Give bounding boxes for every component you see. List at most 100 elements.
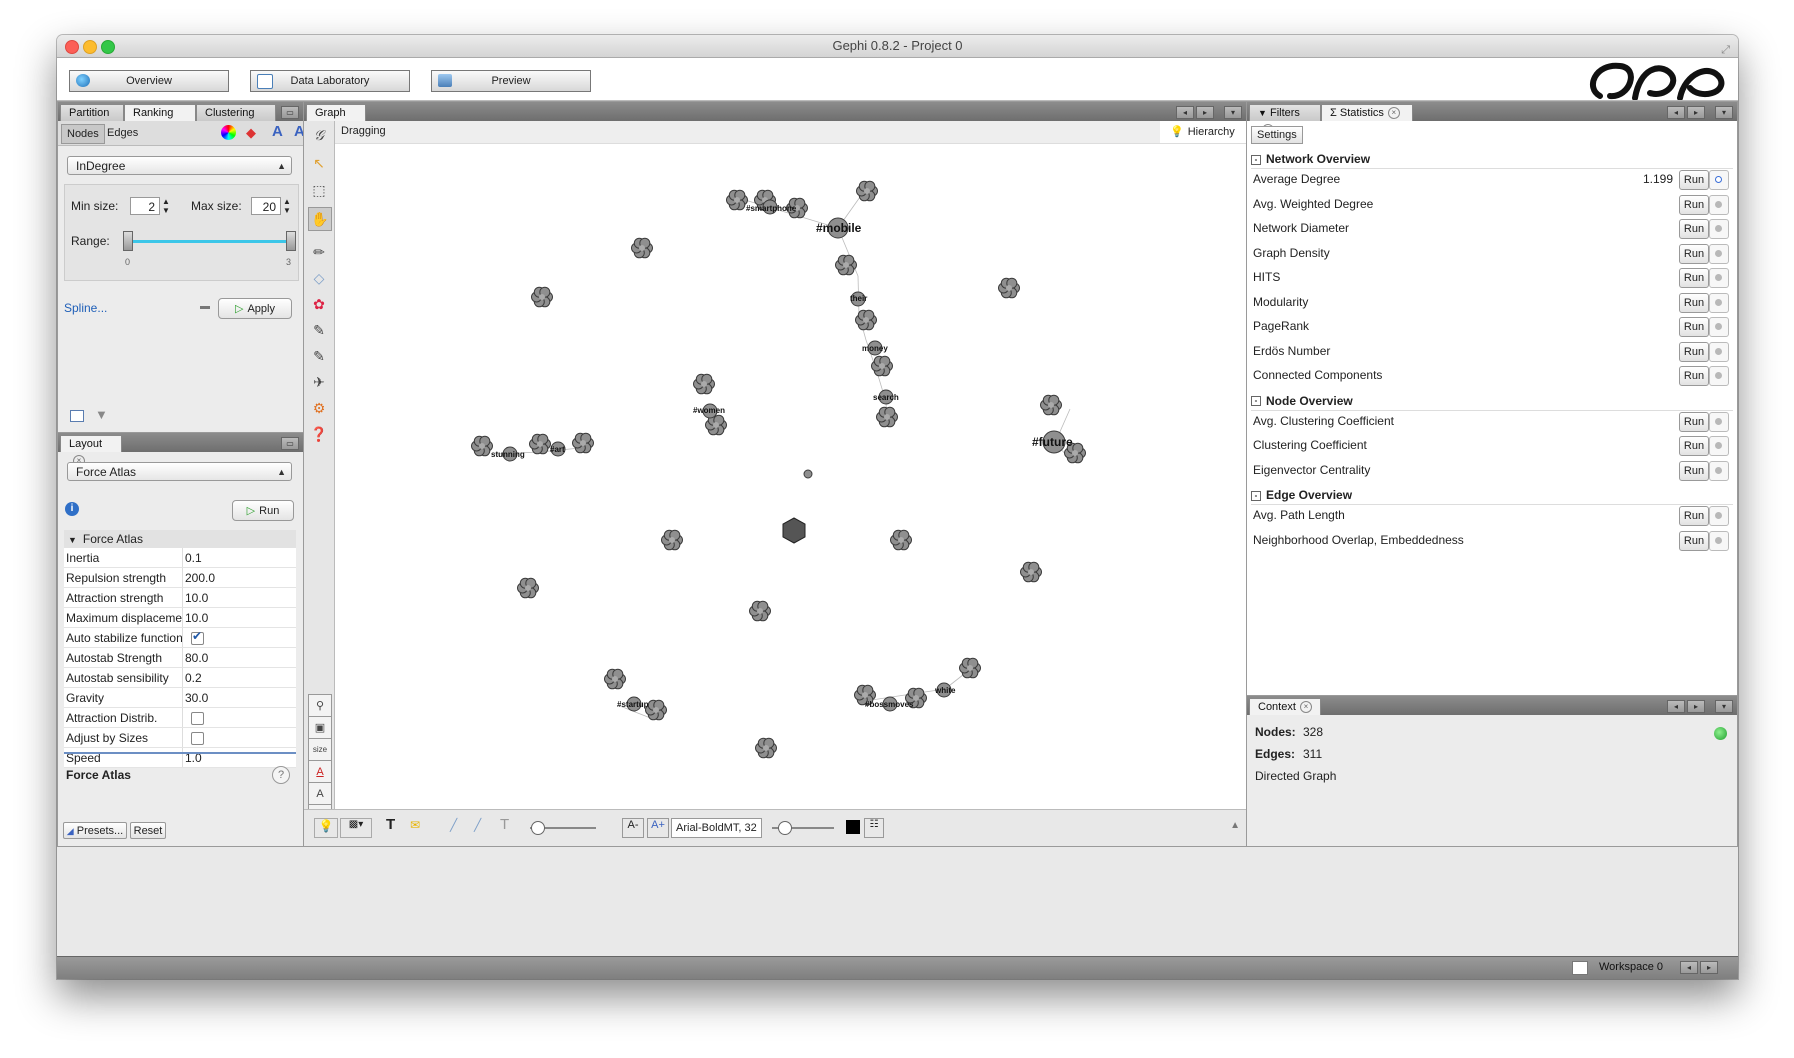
minimize-window-button[interactable] [83,40,97,54]
report-icon[interactable] [1709,194,1729,215]
color-wheel-icon[interactable] [221,125,236,140]
edge-labels-icon[interactable]: ✉ [410,818,420,832]
layout-property-row[interactable]: Inertia 0.1 [64,548,296,568]
layout-property-row[interactable]: Autostab sensibility 0.2 [64,667,296,688]
size-diamond-icon[interactable]: ◆ [246,125,256,141]
apply-button[interactable]: ▷ Apply [218,298,292,319]
report-icon[interactable] [1709,530,1729,551]
scroll-right-button[interactable]: ▸ [1687,700,1705,713]
run-statistic-button[interactable]: Run [1679,243,1709,264]
layout-run-button[interactable]: ▷ Run [232,500,294,521]
label-attributes-icon[interactable]: ☷ [864,818,884,838]
scroll-left-button[interactable]: ◂ [1667,700,1685,713]
layout-property-row[interactable]: Attraction Distrib. [64,707,296,728]
hide-labels-icon[interactable]: T [500,816,509,833]
node-cluster[interactable] [661,529,683,551]
node-cluster[interactable] [471,435,493,457]
tab-ranking[interactable]: Ranking× [124,104,196,137]
tab-layout[interactable]: Layout× [60,435,122,468]
info-icon[interactable]: i [65,502,79,516]
checkbox[interactable] [191,711,204,725]
layout-property-row[interactable]: Autostab Strength 80.0 [64,647,296,668]
help-icon[interactable]: ? [272,766,290,784]
checkbox[interactable] [191,629,204,645]
node-cluster[interactable] [529,433,551,455]
property-value[interactable]: 0.1 [182,548,296,568]
node-cluster[interactable] [693,373,715,395]
property-value[interactable]: 80.0 [182,647,296,668]
layout-property-row[interactable]: Attraction strength 10.0 [64,587,296,608]
close-window-button[interactable] [65,40,79,54]
node-cluster[interactable] [1040,394,1062,416]
property-value[interactable]: 10.0 [182,587,296,608]
screenshot-icon[interactable]: ▩▾ [340,818,372,838]
report-icon[interactable] [1709,366,1729,386]
run-statistic-button[interactable]: Run [1679,366,1709,386]
hexagon-node[interactable] [782,517,806,544]
property-checkbox[interactable] [182,627,296,648]
range-min-handle[interactable] [123,231,133,251]
run-statistic-button[interactable]: Run [1679,170,1709,190]
report-icon[interactable] [1709,411,1729,432]
spline-link[interactable]: Spline... [64,301,107,315]
node-cluster[interactable] [890,529,912,551]
zoom-window-button[interactable] [101,40,115,54]
node-cluster[interactable] [749,600,771,622]
edge-pencil-icon[interactable]: ✎ [308,345,330,367]
funnel-icon[interactable]: ▼ [95,407,108,422]
scroll-right-button[interactable]: ▸ [1687,106,1705,119]
run-statistic-button[interactable]: Run [1679,436,1709,456]
run-statistic-button[interactable]: Run [1679,460,1709,481]
report-icon[interactable] [1709,243,1729,264]
preview-tab[interactable]: Preview [431,70,591,92]
color-painter-icon[interactable]: ✿ [308,293,330,315]
node-cluster[interactable] [755,737,777,759]
tab-menu-button[interactable]: ▾ [1224,106,1242,119]
graph-canvas[interactable]: #smartphone #mobile their money search #… [335,144,1245,808]
show-labels-icon[interactable]: T [386,816,395,833]
edit-icon[interactable]: ❓ [308,423,330,445]
node-cluster[interactable] [631,237,653,259]
brush-icon[interactable]: ✏ [308,241,330,263]
range-slider-track[interactable] [127,240,290,243]
node-cluster[interactable] [517,577,539,599]
report-icon[interactable] [1709,170,1729,190]
run-statistic-button[interactable]: Run [1679,506,1709,526]
data-laboratory-tab[interactable]: Data Laboratory [250,70,410,92]
label-color-icon[interactable]: A [272,123,283,140]
label-color-swatch[interactable] [846,820,860,834]
edge-weight-icon[interactable]: ╱ [474,818,481,832]
run-statistic-button[interactable]: Run [1679,411,1709,432]
statistics-section-header[interactable]: - Node Overview [1251,392,1353,410]
run-statistic-button[interactable]: Run [1679,292,1709,313]
subtab-nodes[interactable]: Nodes [61,124,105,144]
tab-menu-button[interactable]: ▾ [1715,700,1733,713]
min-size-field[interactable]: 2 [130,197,160,215]
scroll-right-button[interactable]: ▸ [1196,106,1214,119]
max-size-field[interactable]: 20 [251,197,281,215]
node-cluster[interactable] [855,309,877,331]
scroll-left-button[interactable]: ◂ [1667,106,1685,119]
run-statistic-button[interactable]: Run [1679,268,1709,288]
zoom-fit-icon[interactable]: ⚲ [308,694,332,718]
node-cluster[interactable] [959,657,981,679]
workspace-prev-button[interactable]: ◂ [1680,961,1698,974]
tab-menu-button[interactable]: ▾ [1715,106,1733,119]
shortest-path-icon[interactable]: ✈ [308,371,330,393]
rectangle-select-icon[interactable]: ⬚ [308,179,330,201]
edge-color-icon[interactable]: ╱ [450,818,457,832]
tab-clustering[interactable]: Clustering [196,104,276,121]
node-cluster[interactable] [726,189,748,211]
tab-partition[interactable]: Partition [60,104,124,121]
lightbulb-icon[interactable]: 💡 [314,818,338,838]
layout-property-row[interactable]: Maximum displacement 10.0 [64,607,296,628]
layout-property-row[interactable]: Speed 1.0 [64,747,296,768]
layout-property-row[interactable]: Auto stabilize function [64,627,296,648]
tab-filters[interactable]: ▼ Filters× [1249,104,1321,137]
report-icon[interactable] [1709,436,1729,456]
force-atlas-group-header[interactable]: ▼ Force Atlas [64,530,296,548]
layout-property-row[interactable]: Gravity 30.0 [64,687,296,708]
minimize-panel-button[interactable]: ▭ [281,437,299,450]
report-icon[interactable] [1709,219,1729,239]
report-icon[interactable] [1709,506,1729,526]
